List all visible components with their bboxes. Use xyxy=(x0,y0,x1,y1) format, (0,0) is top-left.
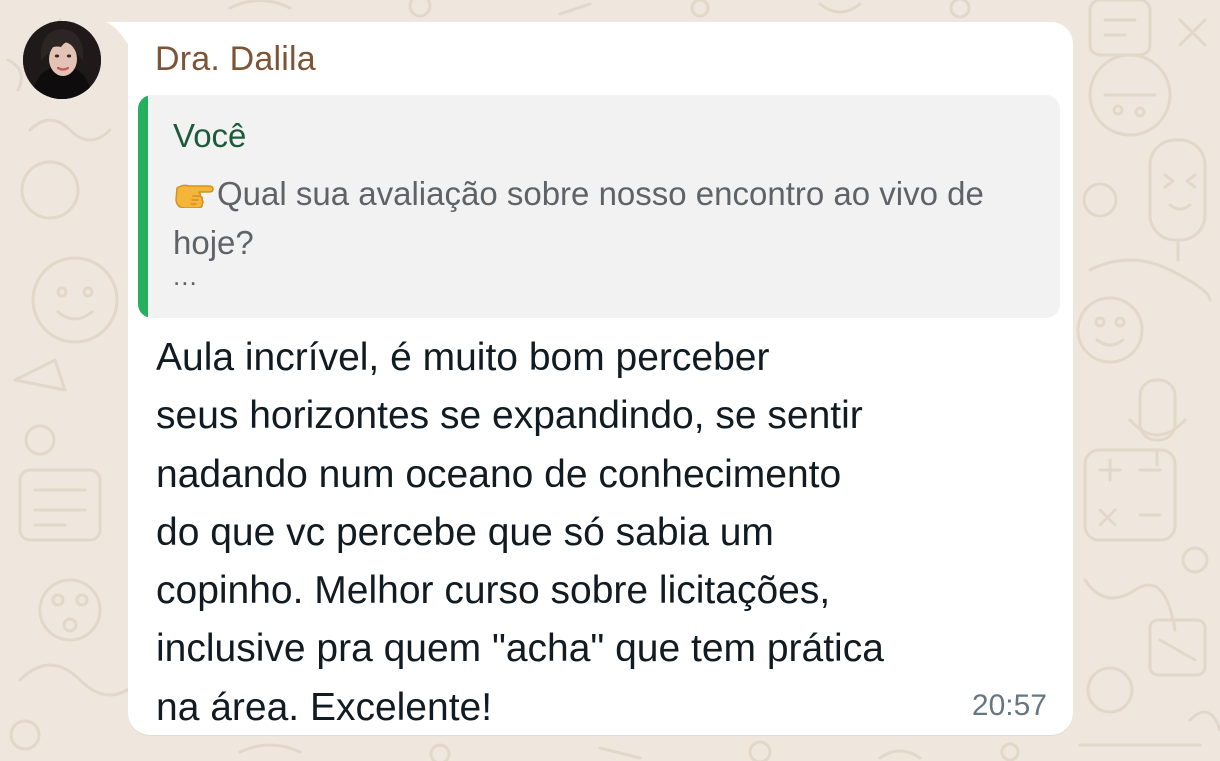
quote-accent-bar xyxy=(138,95,148,318)
message-text: Aula incrível, é muito bom perceber seus… xyxy=(156,336,884,729)
quoted-author: Você xyxy=(173,117,247,154)
quoted-text: Qual sua avaliação sobre nosso encontro … xyxy=(173,175,984,261)
quoted-message[interactable]: Você Qual sua avaliação sobre nosso enco… xyxy=(138,95,1060,318)
sender-name[interactable]: Dra. Dalila xyxy=(155,40,316,79)
sender-avatar[interactable] xyxy=(23,21,101,99)
message-bubble[interactable]: Dra. Dalila Você Qual sua avaliação sobr… xyxy=(128,22,1073,735)
quoted-ellipsis: ... xyxy=(173,261,198,291)
message-timestamp: 20:57 xyxy=(971,689,1047,722)
profile-photo-icon xyxy=(23,21,101,99)
pointing-right-hand-icon xyxy=(175,184,214,208)
quoted-text-line: Qual sua avaliação sobre nosso encontro … xyxy=(173,169,1023,267)
